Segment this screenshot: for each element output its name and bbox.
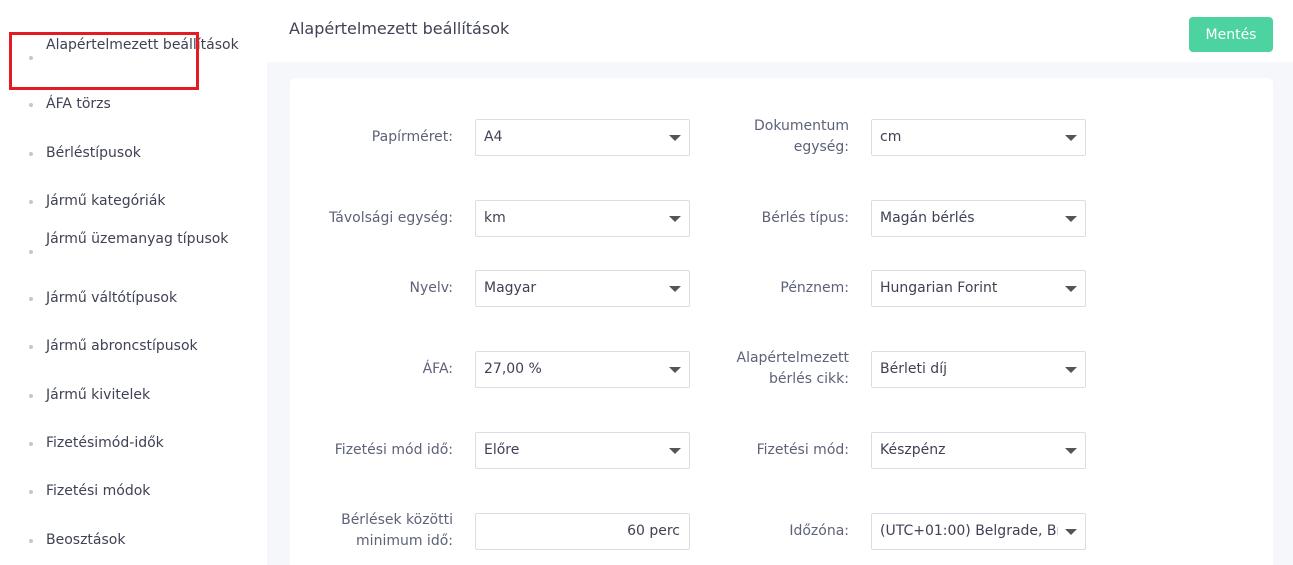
currency-value: Hungarian Forint xyxy=(880,280,998,296)
vat-select[interactable]: 27,00 % xyxy=(475,351,690,388)
distance-unit-select[interactable]: km xyxy=(475,200,690,237)
sidebar-item-payment-methods[interactable]: Fizetési módok xyxy=(29,481,246,502)
rental-type-value: Magán bérlés xyxy=(880,210,975,226)
sidebar-item-label: Jármű üzemanyag típusok xyxy=(46,231,229,247)
sidebar-item-body-styles[interactable]: Jármű kivitelek xyxy=(29,385,246,406)
bullet-icon xyxy=(29,250,33,254)
caret-down-icon xyxy=(1065,529,1077,535)
sidebar-item-label: ÁFA törzs xyxy=(46,96,111,112)
bullet-icon xyxy=(29,490,33,494)
sidebar-item-gearbox-types[interactable]: Jármű váltótípusok xyxy=(29,288,246,309)
caret-down-icon xyxy=(669,367,681,373)
page-header: Alapértelmezett beállítások Mentés xyxy=(267,0,1293,62)
sidebar-item-label: Jármű váltótípusok xyxy=(46,290,178,306)
bullet-icon xyxy=(29,200,33,204)
bullet-icon xyxy=(29,297,33,301)
sidebar-item-tire-types[interactable]: Jármű abroncstípusok xyxy=(29,336,246,357)
language-value: Magyar xyxy=(484,280,537,296)
page-title: Alapértelmezett beállítások xyxy=(289,19,510,38)
payment-method-select[interactable]: Készpénz xyxy=(871,432,1086,469)
save-button[interactable]: Mentés xyxy=(1189,17,1273,52)
distance-unit-label: Távolsági egység: xyxy=(329,210,453,226)
paper-size-value: A4 xyxy=(484,129,503,145)
payment-time-value: Előre xyxy=(484,442,520,458)
sidebar-item-label: Beosztások xyxy=(46,532,126,548)
sidebar-item-vat[interactable]: ÁFA törzs xyxy=(29,94,246,115)
doc-unit-label: Dokumentum egység: xyxy=(753,118,849,155)
bullet-icon xyxy=(29,345,33,349)
currency-select[interactable]: Hungarian Forint xyxy=(871,270,1086,307)
default-item-select[interactable]: Bérleti díj xyxy=(871,351,1086,388)
currency-label: Pénznem: xyxy=(780,280,849,296)
default-item-value: Bérleti díj xyxy=(880,361,947,377)
sidebar-item-label: Jármű abroncstípusok xyxy=(46,338,198,354)
doc-unit-select[interactable]: cm xyxy=(871,119,1086,156)
timezone-value: (UTC+01:00) Belgrade, Bratislava xyxy=(880,523,1058,539)
payment-method-label: Fizetési mód: xyxy=(756,442,849,458)
timezone-select[interactable]: (UTC+01:00) Belgrade, Bratislava xyxy=(871,513,1086,550)
sidebar-item-positions[interactable]: Beosztások xyxy=(29,530,246,551)
sidebar-item-rental-types[interactable]: Bérléstípusok xyxy=(29,143,246,164)
doc-unit-value: cm xyxy=(880,129,902,145)
caret-down-icon xyxy=(1065,448,1077,454)
caret-down-icon xyxy=(669,286,681,292)
sidebar-item-label: Bérléstípusok xyxy=(46,145,141,161)
bullet-icon xyxy=(29,539,33,543)
bullet-icon xyxy=(29,152,33,156)
vat-label: ÁFA: xyxy=(422,361,453,377)
sidebar-item-label: Jármű kivitelek xyxy=(46,387,151,403)
rental-type-select[interactable]: Magán bérlés xyxy=(871,200,1086,237)
default-item-label: Alapértelmezett bérlés cikk: xyxy=(736,350,850,387)
language-select[interactable]: Magyar xyxy=(475,270,690,307)
caret-down-icon xyxy=(1065,135,1077,141)
sidebar: Alapértelmezett beállítások ÁFA törzs Bé… xyxy=(0,0,267,565)
rental-type-label: Bérlés típus: xyxy=(761,210,849,226)
distance-unit-value: km xyxy=(484,210,506,226)
sidebar-item-label: Fizetésimód-idők xyxy=(46,435,164,451)
caret-down-icon xyxy=(1065,216,1077,222)
paper-size-select[interactable]: A4 xyxy=(475,119,690,156)
bullet-icon xyxy=(29,394,33,398)
selection-highlight xyxy=(9,32,199,90)
timezone-label: Időzóna: xyxy=(789,523,849,539)
sidebar-item-fuel-types[interactable]: Jármű üzemanyag típusok xyxy=(29,229,246,254)
sidebar-item-label: Jármű kategóriák xyxy=(46,193,166,209)
sidebar-item-vehicle-categories[interactable]: Jármű kategóriák xyxy=(29,191,246,212)
vat-value: 27,00 % xyxy=(484,361,542,377)
min-time-input[interactable]: 60 perc xyxy=(475,513,690,550)
language-label: Nyelv: xyxy=(409,280,454,296)
paper-size-label: Papírméret: xyxy=(371,129,453,145)
caret-down-icon xyxy=(669,448,681,454)
bullet-icon xyxy=(29,103,33,107)
bullet-icon xyxy=(29,442,33,446)
caret-down-icon xyxy=(669,135,681,141)
caret-down-icon xyxy=(669,216,681,222)
payment-time-label: Fizetési mód idő: xyxy=(334,442,453,458)
caret-down-icon xyxy=(1065,286,1077,292)
caret-down-icon xyxy=(1065,367,1077,373)
sidebar-item-label: Fizetési módok xyxy=(46,483,151,499)
min-time-label: Bérlések közötti minimum idő: xyxy=(341,512,453,549)
sidebar-item-payment-times[interactable]: Fizetésimód-idők xyxy=(29,433,246,454)
payment-time-select[interactable]: Előre xyxy=(475,432,690,469)
payment-method-value: Készpénz xyxy=(880,442,946,458)
